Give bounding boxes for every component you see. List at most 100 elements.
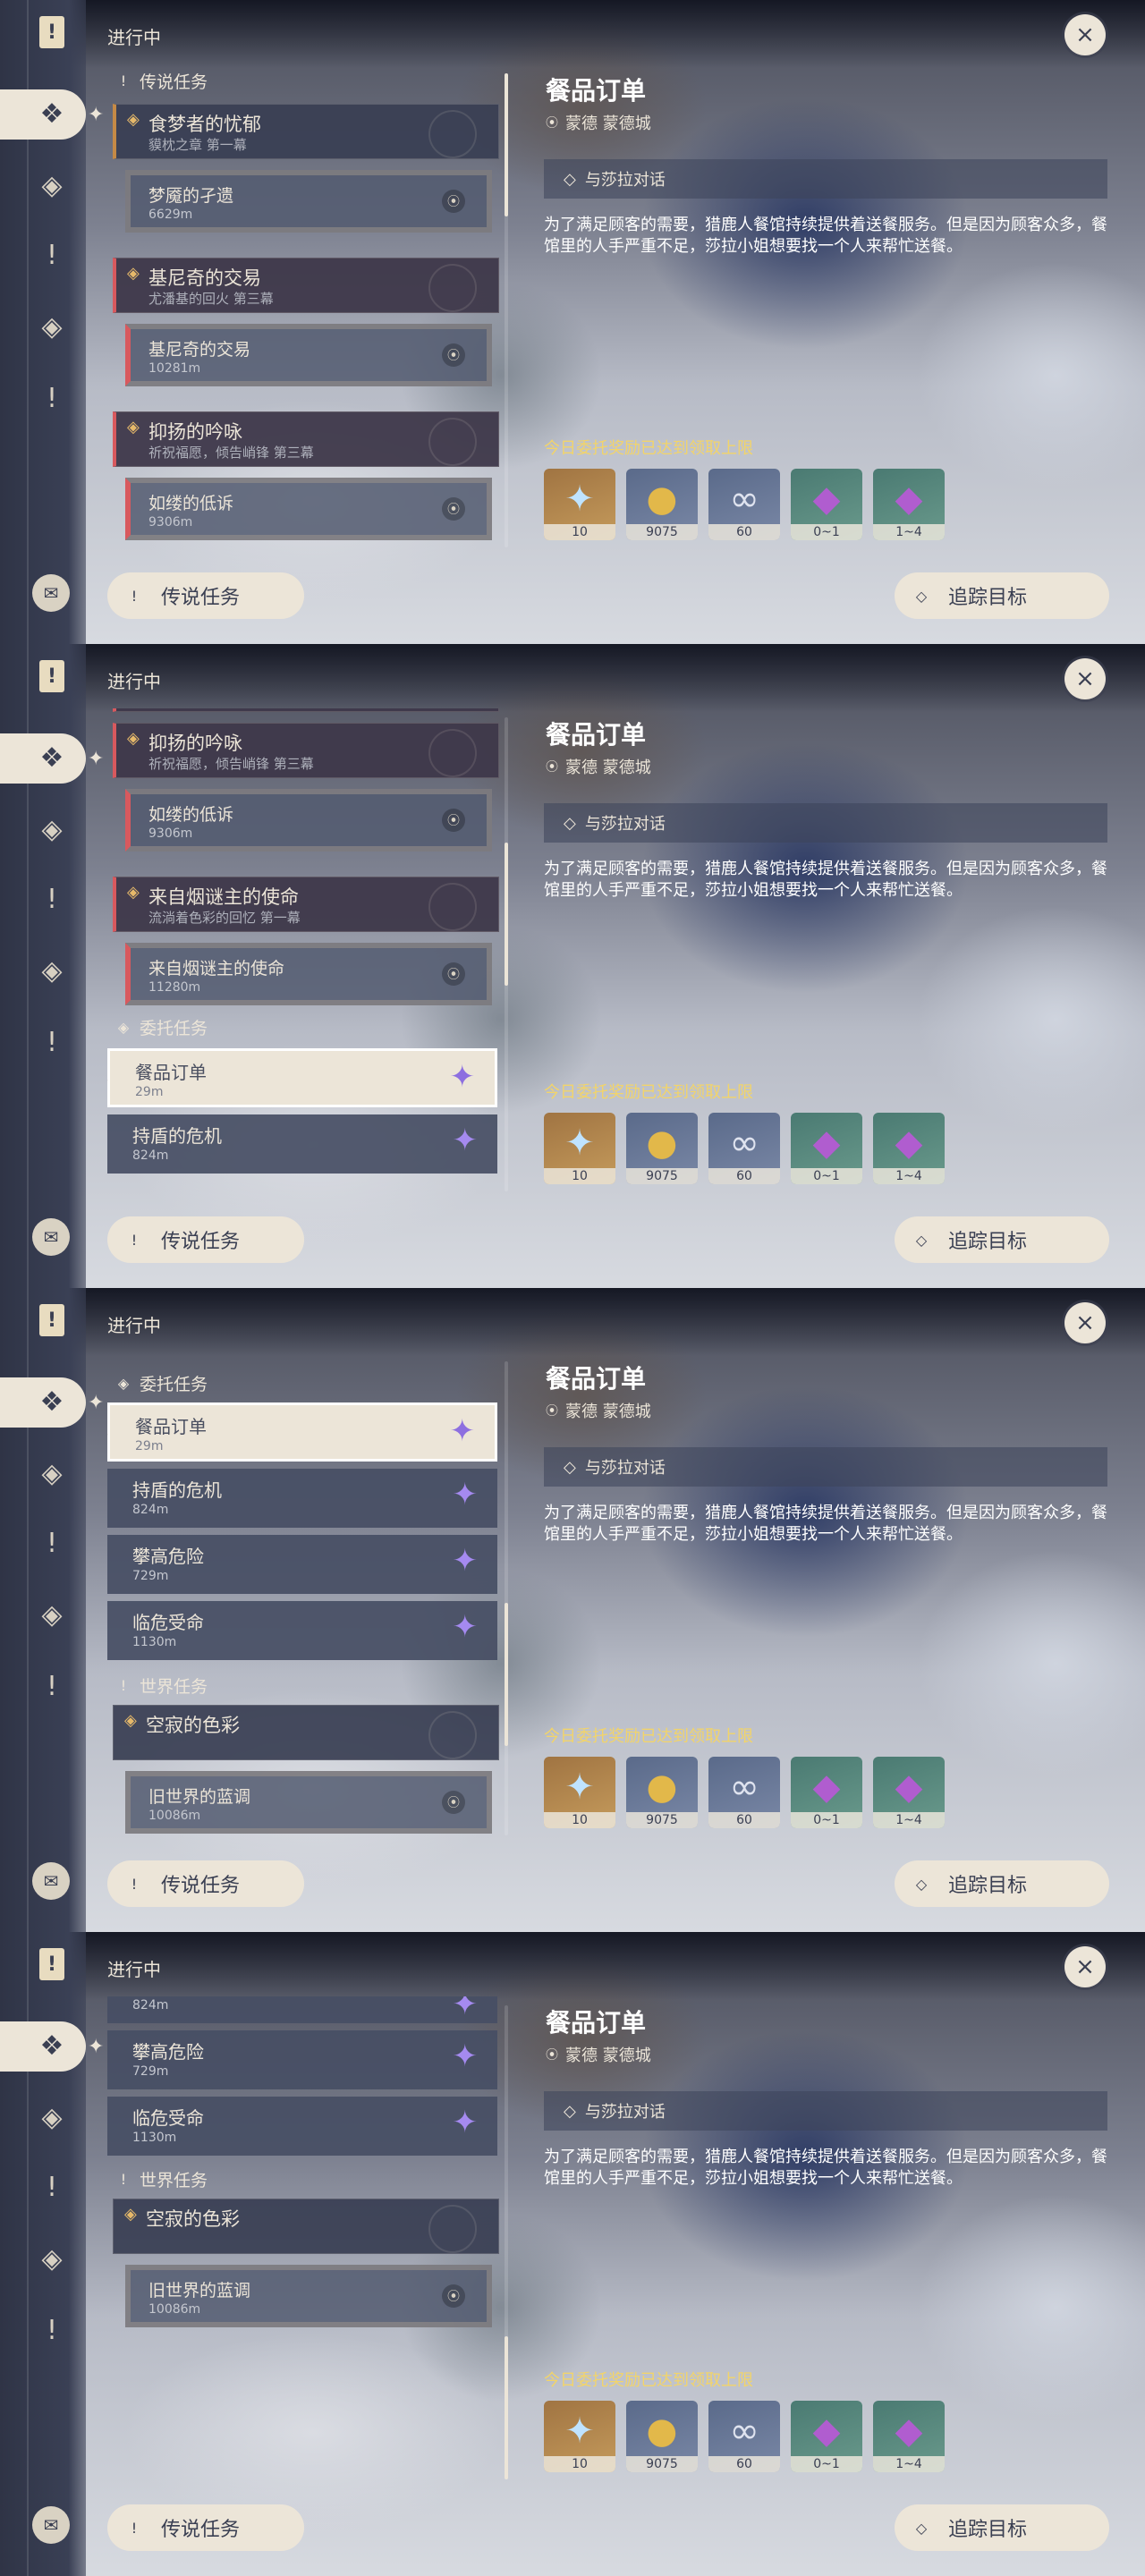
location-pin-icon[interactable]: ⦿ (442, 962, 465, 986)
location-pin-icon[interactable]: ⦿ (442, 497, 465, 521)
close-button[interactable]: × (1064, 1302, 1106, 1343)
list-scrollbar[interactable] (505, 2005, 508, 2479)
quest-list[interactable]: 824m ✦ 攀高危险 729m ✦ 临危受命 1130m ✦ ! 世界任务 ◈… (107, 1996, 501, 2479)
reward-crystal-chunk[interactable]: ◆ 1~4 (873, 1113, 945, 1184)
archon-quest-icon[interactable]: ◈ (36, 1458, 68, 1490)
reward-mora[interactable]: ● 9075 (626, 1113, 698, 1184)
category-label: 世界任务 (140, 2170, 208, 2190)
commission-category-icon[interactable]: ❖ (36, 2030, 68, 2063)
reward-primogem[interactable]: ✦ 10 (544, 1113, 615, 1184)
close-button[interactable]: × (1064, 1946, 1106, 1987)
world-quest-icon[interactable]: ! (36, 1027, 68, 1059)
reward-adventure-exp[interactable]: ∞ 60 (708, 1757, 780, 1828)
legend-quest-icon[interactable]: ! (36, 240, 68, 272)
track-button[interactable]: ◇ 追踪目标 (895, 1216, 1109, 1263)
event-quest-icon[interactable]: ◈ (36, 2243, 68, 2275)
reward-crystal-chunk[interactable]: ◆ 1~4 (873, 2401, 945, 2472)
commission-category-icon[interactable]: ❖ (36, 742, 68, 775)
legend-filter-button[interactable]: ! 传说任务 (107, 2504, 304, 2551)
quest-step-q3[interactable]: 如缕的低诉 9306m ⦿ (125, 789, 492, 852)
legend-filter-button[interactable]: ! 传说任务 (107, 1860, 304, 1907)
commission-item-selected[interactable]: ▸ 餐品订单 29m ✦ (107, 1048, 497, 1107)
reward-primogem[interactable]: ✦ 10 (544, 2401, 615, 2472)
reward-mora[interactable]: ● 9075 (626, 1757, 698, 1828)
quest-step-q3[interactable]: 如缕的低诉 9306m ⦿ (125, 478, 492, 540)
quest-header-q2[interactable] (113, 708, 499, 712)
reward-adventure-exp[interactable]: ∞ 60 (708, 2401, 780, 2472)
legend-quest-icon[interactable]: ! (36, 1528, 68, 1560)
scroll-thumb[interactable] (505, 2336, 508, 2479)
reward-crystal-ore[interactable]: ◆ 0~1 (791, 1757, 862, 1828)
commission-category-icon[interactable]: ❖ (36, 98, 68, 131)
reward-crystal-chunk[interactable]: ◆ 1~4 (873, 1757, 945, 1828)
location-pin-icon[interactable]: ⦿ (442, 809, 465, 832)
legend-filter-button[interactable]: ! 传说任务 (107, 1216, 304, 1263)
reward-mora[interactable]: ● 9075 (626, 469, 698, 540)
world-quest-icon[interactable]: ! (36, 1671, 68, 1703)
legend-quest-icon[interactable]: ! (36, 2172, 68, 2204)
scroll-thumb[interactable] (505, 73, 508, 216)
quest-header-w1[interactable]: ◈ 空寂的色彩 (113, 1705, 499, 1760)
close-button[interactable]: × (1064, 658, 1106, 699)
quest-step-q1[interactable]: 梦魇的孑遗 6629m ⦿ (125, 170, 492, 233)
close-button[interactable]: × (1064, 14, 1106, 55)
reward-crystal-chunk[interactable]: ◆ 1~4 (873, 469, 945, 540)
mail-icon[interactable]: ✉ (32, 574, 70, 612)
quest-list[interactable]: ◈ 委托任务 ▸ 餐品订单 29m ✦ 持盾的危机 824m ✦ 攀高危险 72… (107, 1352, 501, 1835)
commission-item[interactable]: 临危受命 1130m ✦ (107, 1601, 497, 1660)
mail-icon[interactable]: ✉ (32, 2506, 70, 2544)
event-quest-icon[interactable]: ◈ (36, 955, 68, 987)
quest-step-w1[interactable]: 旧世界的蓝调 10086m ⦿ (125, 1771, 492, 1834)
location-pin-icon[interactable]: ⦿ (442, 343, 465, 367)
commission-item[interactable]: 攀高危险 729m ✦ (107, 1535, 497, 1594)
track-button[interactable]: ◇ 追踪目标 (895, 1860, 1109, 1907)
commission-item[interactable]: 临危受命 1130m ✦ (107, 2097, 497, 2156)
reward-adventure-exp[interactable]: ∞ 60 (708, 469, 780, 540)
commission-item[interactable]: 824m ✦ (107, 1996, 497, 2023)
scroll-thumb[interactable] (505, 1603, 508, 1746)
reward-crystal-ore[interactable]: ◆ 0~1 (791, 469, 862, 540)
track-button[interactable]: ◇ 追踪目标 (895, 572, 1109, 619)
reward-crystal-ore[interactable]: ◆ 0~1 (791, 2401, 862, 2472)
location-pin-icon[interactable]: ⦿ (442, 190, 465, 213)
commission-item[interactable]: 攀高危险 729m ✦ (107, 2030, 497, 2089)
quest-header-q3[interactable]: ◈ 抑扬的吟咏 祈祝福愿，倾告峭锋 第三幕 (113, 723, 499, 778)
list-scrollbar[interactable] (505, 717, 508, 1191)
commission-item[interactable]: 持盾的危机 824m ✦ (107, 1114, 497, 1174)
quest-step-q4[interactable]: 来自烟谜主的使命 11280m ⦿ (125, 943, 492, 1005)
legend-quest-icon[interactable]: ! (36, 884, 68, 916)
event-quest-icon[interactable]: ◈ (36, 311, 68, 343)
archon-quest-icon[interactable]: ◈ (36, 2102, 68, 2134)
archon-quest-icon[interactable]: ◈ (36, 170, 68, 202)
quest-header-q4[interactable]: ◈ 来自烟谜主的使命 流淌着色彩的回忆 第一幕 (113, 877, 499, 932)
list-scrollbar[interactable] (505, 73, 508, 547)
quest-step-q2[interactable]: 基尼奇的交易 10281m ⦿ (125, 324, 492, 386)
reward-adventure-exp[interactable]: ∞ 60 (708, 1113, 780, 1184)
quest-list[interactable]: ! 传说任务 ◈ 食梦者的忧郁 貘枕之章 第一幕 梦魇的孑遗 6629m ⦿ ◈… (107, 64, 501, 547)
location-pin-icon[interactable]: ⦿ (442, 1791, 465, 1814)
world-quest-icon[interactable]: ! (36, 383, 68, 415)
reward-crystal-ore[interactable]: ◆ 0~1 (791, 1113, 862, 1184)
commission-item-selected[interactable]: ▸ 餐品订单 29m ✦ (107, 1402, 497, 1462)
reward-primogem[interactable]: ✦ 10 (544, 469, 615, 540)
archon-quest-icon[interactable]: ◈ (36, 814, 68, 846)
reward-primogem[interactable]: ✦ 10 (544, 1757, 615, 1828)
commission-item[interactable]: 持盾的危机 824m ✦ (107, 1469, 497, 1528)
mail-icon[interactable]: ✉ (32, 1862, 70, 1900)
quest-header-q1[interactable]: ◈ 食梦者的忧郁 貘枕之章 第一幕 (113, 104, 499, 159)
quest-header-q2[interactable]: ◈ 基尼奇的交易 尤潘基的回火 第三幕 (113, 258, 499, 313)
world-quest-icon[interactable]: ! (36, 2315, 68, 2347)
mail-icon[interactable]: ✉ (32, 1218, 70, 1256)
quest-step-w1[interactable]: 旧世界的蓝调 10086m ⦿ (125, 2265, 492, 2327)
quest-header-q3[interactable]: ◈ 抑扬的吟咏 祈祝福愿，倾告峭锋 第三幕 (113, 411, 499, 467)
reward-mora[interactable]: ● 9075 (626, 2401, 698, 2472)
quest-header-w1[interactable]: ◈ 空寂的色彩 (113, 2199, 499, 2254)
scroll-thumb[interactable] (505, 843, 508, 986)
event-quest-icon[interactable]: ◈ (36, 1599, 68, 1631)
location-pin-icon[interactable]: ⦿ (442, 2284, 465, 2308)
legend-filter-button[interactable]: ! 传说任务 (107, 572, 304, 619)
list-scrollbar[interactable] (505, 1361, 508, 1835)
commission-category-icon[interactable]: ❖ (36, 1386, 68, 1419)
quest-list[interactable]: ◈ 抑扬的吟咏 祈祝福愿，倾告峭锋 第三幕 如缕的低诉 9306m ⦿ ◈ 来自… (107, 708, 501, 1191)
track-button[interactable]: ◇ 追踪目标 (895, 2504, 1109, 2551)
